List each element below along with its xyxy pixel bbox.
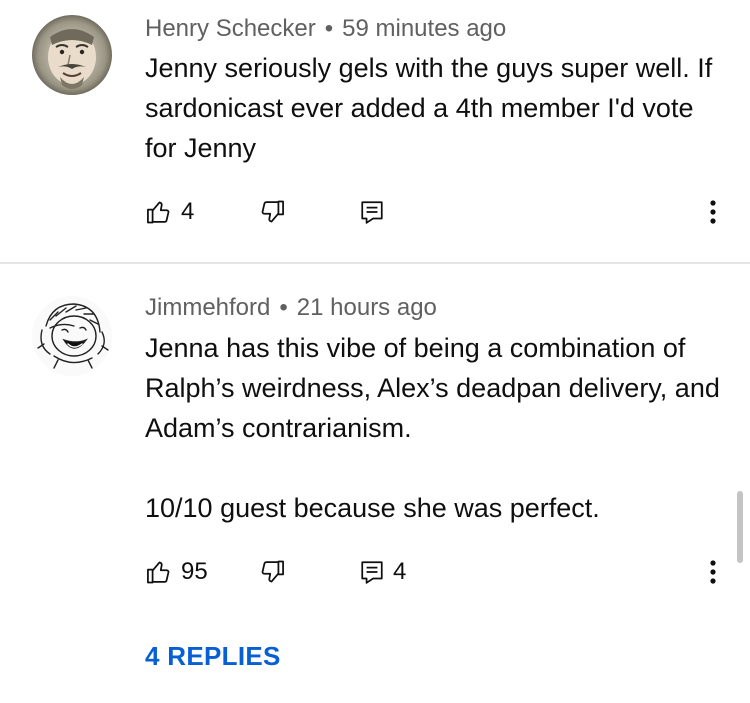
comment-meta: Henry Schecker • 59 minutes ago [145,17,506,41]
more-options-button[interactable] [701,197,725,227]
comment-paragraph: 10/10 guest because she was perfect. [145,493,600,523]
comment-timestamp[interactable]: 59 minutes ago [342,15,506,42]
reply-icon [361,561,383,584]
reply-button[interactable]: 4 [359,557,406,587]
like-count: 4 [181,198,195,225]
reply-count: 4 [393,558,407,585]
meta-separator: • [279,294,288,321]
comment-actions: 4 [145,197,725,227]
comment-paragraph: Jenna has this vibe of being a combinati… [145,333,720,443]
comment-timestamp[interactable]: 21 hours ago [297,294,437,321]
more-options-button[interactable] [701,557,725,587]
avatar-photo-image [32,15,112,95]
more-vert-icon [710,560,716,584]
reply-icon [361,201,383,224]
like-button[interactable]: 4 [145,197,194,227]
scrollbar-thumb[interactable] [737,491,743,563]
avatar[interactable] [32,15,112,95]
author-name[interactable]: Jimmehford [145,294,270,321]
comment-text: Jenna has this vibe of being a combinati… [145,328,735,528]
divider [0,262,750,264]
like-button[interactable]: 95 [145,557,208,587]
comment-text: Jenny seriously gels with the guys super… [145,48,720,168]
comment-meta: Jimmehford • 21 hours ago [145,296,437,320]
avatar-sketch-image [32,296,112,376]
comment-paragraph: Jenny seriously gels with the guys super… [145,53,713,163]
dislike-button[interactable] [258,197,286,227]
comment-actions: 95 4 [145,557,725,587]
more-vert-icon [710,200,716,224]
reply-button[interactable] [359,197,393,227]
thumbs-up-icon [147,561,170,584]
meta-separator: • [324,15,334,42]
author-name[interactable]: Henry Schecker [145,15,316,42]
dislike-button[interactable] [258,557,286,587]
like-count: 95 [181,558,208,585]
thumbs-down-icon [261,560,284,583]
view-replies-button[interactable]: 4 REPLIES [145,643,281,669]
avatar[interactable] [32,296,112,376]
thumbs-down-icon [261,200,284,223]
comments-section: Henry Schecker • 59 minutes ago Jenny seri… [0,0,750,703]
thumbs-up-icon [147,201,170,224]
